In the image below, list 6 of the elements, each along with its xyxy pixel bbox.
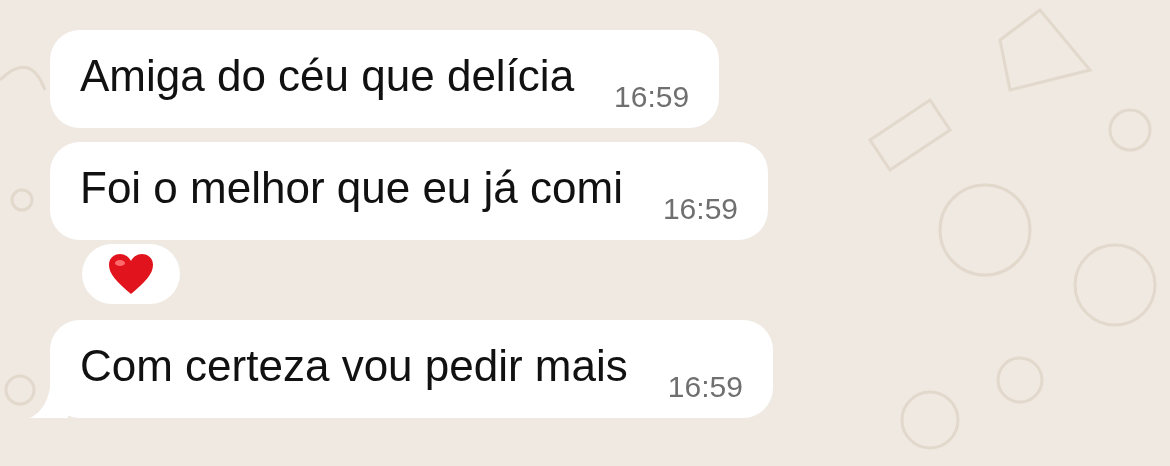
- message-text: Com certeza vou pedir mais: [80, 340, 628, 392]
- message-text: Foi o melhor que eu já comi: [80, 162, 623, 214]
- message-time: 16:59: [667, 370, 743, 404]
- message-time: 16:59: [662, 192, 738, 226]
- message-text: Amiga do céu que delícia: [80, 50, 575, 102]
- message-time: 16:59: [614, 80, 690, 114]
